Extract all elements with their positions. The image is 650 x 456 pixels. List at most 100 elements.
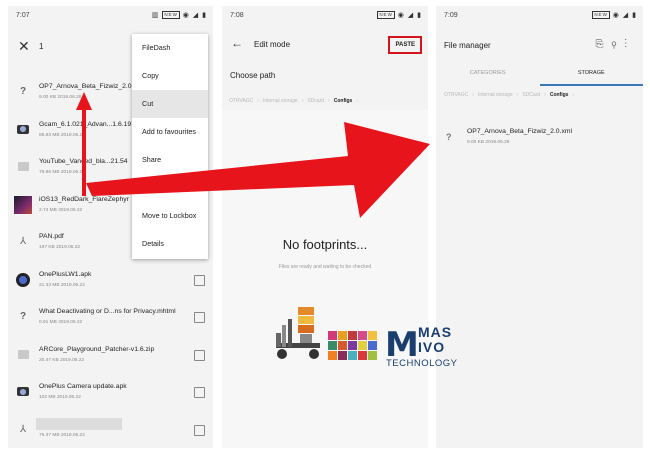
file-name: OP7_Arnova_Beta_Fizwiz_2.0. (39, 83, 134, 90)
logo-text-mas: MAS (418, 324, 453, 340)
file-meta: 21.33 MB 2019.06.22 (39, 282, 85, 288)
status-bar: 7:07 ▥ NEW ◉ ◢ ▮ (8, 6, 213, 26)
back-arrow-icon[interactable]: ← (231, 36, 243, 50)
status-time: 7:08 (230, 12, 244, 19)
close-icon[interactable]: ✕ (18, 38, 30, 54)
file-meta: 9.00 KB 2019.06.26 (467, 140, 510, 145)
more-vert-icon[interactable]: ⋮ (625, 39, 636, 50)
context-menu: FileDash Copy Cut Add to favourites Shar… (132, 34, 208, 259)
select-checkbox[interactable] (194, 349, 205, 361)
pdf-icon: ⅄ (19, 423, 27, 435)
breadcrumb-item-current[interactable]: Configs (550, 92, 569, 98)
edit-mode-toolbar: ← Edit mode PASTE (222, 28, 428, 58)
tab-storage[interactable]: STORAGE (539, 62, 643, 86)
menu-item-move-to-lockbox[interactable]: Move to Lockbox (132, 202, 208, 230)
file-name: iOS13_RedDark_FlareZephyr (39, 195, 129, 203)
list-item[interactable]: ⅄ 76.37 MB 2019.06.22 (8, 412, 213, 449)
menu-item-share[interactable]: Share (132, 146, 208, 174)
camera-icon (16, 123, 30, 137)
breadcrumb-item[interactable]: OTRVAGC (229, 98, 253, 104)
list-item[interactable]: ? OP7_Arnova_Beta_Fizwiz_2.0.xml 9.00 KB… (436, 122, 643, 156)
chevron-right-icon: › (301, 98, 304, 104)
breadcrumb-item[interactable]: OTRVAGC (444, 92, 468, 98)
chevron-right-icon: › (544, 92, 546, 98)
image-thumbnail (14, 195, 32, 214)
file-meta: 20.47 KB 2019.06.22 (39, 357, 85, 363)
file-meta: 197 KB 2019.06.22 (39, 245, 81, 250)
status-bar: 7:09 NEW ◉ ◢ ▮ (436, 6, 643, 26)
blurred-file-name (36, 417, 122, 430)
menu-item-copy[interactable]: Copy (132, 62, 208, 90)
file-name: Gcam_6.1.021_Advan...1.6.19 (39, 120, 132, 128)
document-icon (16, 348, 30, 362)
file-meta: 76.37 MB 2019.06.22 (39, 432, 85, 438)
list-item[interactable]: ? What Deactivating or D...ns for Privac… (8, 299, 213, 337)
mastermind-logo-watermark: M MAS IVO TECHNOLOGY (270, 303, 470, 369)
paste-button[interactable]: PASTE (388, 36, 422, 54)
file-name: PAN.pdf (39, 233, 64, 240)
breadcrumb-item[interactable]: Internal storage (478, 92, 513, 98)
choose-path-label: Choose path (230, 71, 276, 80)
camera-icon (16, 385, 30, 399)
file-manager-toolbar: File manager ⎘⚲⋮ (436, 28, 643, 58)
menu-item-cut[interactable]: Cut (132, 90, 208, 118)
status-time: 7:07 (16, 12, 30, 19)
file-meta: 102 MB 2019.06.22 (39, 395, 81, 400)
chevron-right-icon: › (572, 92, 575, 98)
file-meta: 79.96 MB 2019.06.22 (39, 170, 85, 175)
chevron-right-icon: › (472, 92, 474, 98)
new-file-icon[interactable]: ⎘ (596, 39, 612, 50)
list-item[interactable]: OnePlus Camera update.apk 102 MB 2019.06… (8, 374, 213, 412)
file-meta: 9.00 KB 2019.06.26 (39, 95, 82, 100)
toolbar-actions: ⎘⚲⋮ (596, 39, 635, 50)
question-icon: ? (19, 311, 27, 322)
chevron-right-icon: › (356, 98, 358, 104)
file-meta: 0.91 MB 2019.06.22 (39, 320, 83, 325)
select-checkbox[interactable] (194, 424, 205, 436)
chevron-right-icon: › (516, 92, 519, 98)
menu-item-rename[interactable]: Rename (132, 174, 208, 202)
file-name: OnePlus Camera update.apk (39, 383, 127, 390)
select-checkbox[interactable] (194, 274, 205, 286)
file-name: OP7_Arnova_Beta_Fizwiz_2.0.xml (467, 128, 573, 135)
breadcrumb-item[interactable]: SDcard (307, 98, 324, 104)
phone-screen-edit-mode: 7:08 NEW ◉ ◢ ▮ ← Edit mode PASTE Choose … (222, 6, 428, 448)
status-icons: NEW ◉ ◢ ▮ (592, 11, 637, 20)
logo-text-ivo: IVO (418, 339, 446, 355)
menu-item-details[interactable]: Details (132, 230, 208, 258)
status-bar: 7:08 NEW ◉ ◢ ▮ (222, 6, 428, 26)
select-checkbox[interactable] (194, 312, 205, 323)
tab-bar: CATEGORIES STORAGE (436, 62, 643, 86)
breadcrumb: OTRVAGC › Internal storage › SDcard › Configs › (222, 98, 428, 104)
status-icons: NEW ◉ ◢ ▮ (377, 11, 422, 20)
question-icon: ? (446, 132, 452, 142)
logo-text-technology: TECHNOLOGY (386, 358, 458, 369)
breadcrumb: OTRVAGC › Internal storage › SDCard › Configs › (436, 92, 643, 98)
page-title: File manager (444, 41, 491, 50)
list-item[interactable]: ARCore_Playground_Patcher-v1.6.zip 20.47… (8, 337, 213, 375)
phone-screen-file-manager: 7:09 NEW ◉ ◢ ▮ File manager ⎘⚲⋮ CATEGORI… (436, 6, 643, 448)
chevron-right-icon: › (328, 98, 330, 104)
question-icon: ? (19, 86, 27, 97)
breadcrumb-item-current[interactable]: Configs (334, 98, 353, 104)
chevron-right-icon: › (257, 98, 259, 104)
breadcrumb-item[interactable]: SDCard (522, 92, 540, 98)
status-time: 7:09 (444, 12, 458, 19)
empty-state-title: No footprints... (282, 237, 368, 252)
empty-content-area (222, 110, 428, 448)
pdf-icon: ⅄ (19, 236, 27, 247)
select-checkbox[interactable] (194, 387, 205, 398)
tab-categories[interactable]: CATEGORIES (436, 62, 540, 86)
file-name: ARCore_Playground_Patcher-v1.6.zip (39, 345, 155, 353)
logo-letter-m: M (385, 325, 419, 365)
file-name: OnePlusLW1.apk (39, 270, 92, 278)
file-meta: 2.74 MB 2019.06.22 (39, 207, 83, 213)
apk-icon (16, 272, 30, 287)
selected-count: 1 (39, 42, 44, 51)
breadcrumb-item[interactable]: Internal storage (263, 98, 298, 104)
menu-item-add-to-favourites[interactable]: Add to favourites (132, 118, 208, 146)
search-icon[interactable]: ⚲ (612, 39, 625, 50)
menu-item-filedash[interactable]: FileDash (132, 34, 208, 62)
list-item[interactable]: OnePlusLW1.apk 21.33 MB 2019.06.22 (8, 262, 213, 300)
file-meta: 86.63 MB 2019.06.23 (39, 132, 85, 138)
